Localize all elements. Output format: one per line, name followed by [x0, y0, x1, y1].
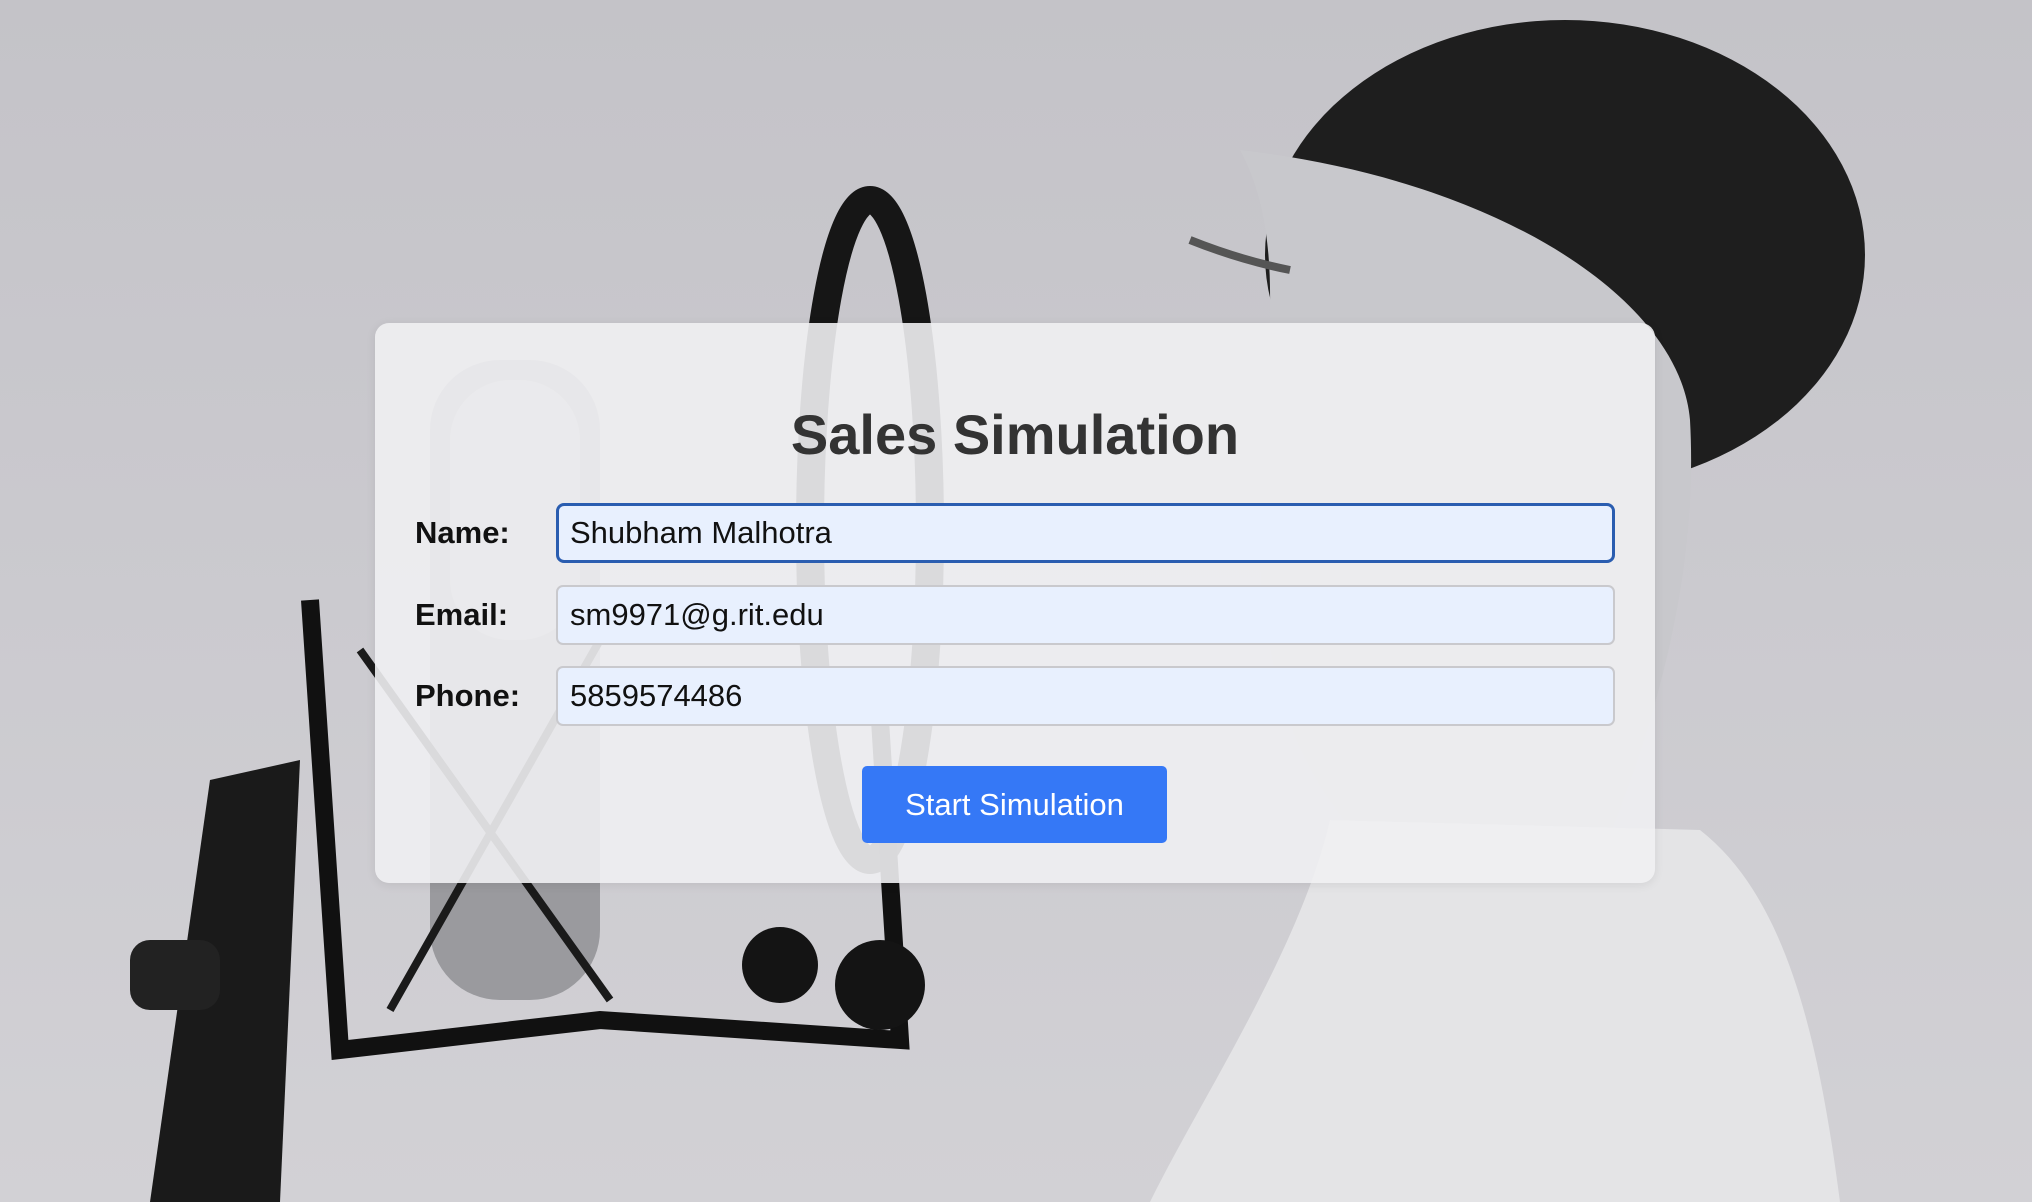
- start-simulation-button[interactable]: Start Simulation: [862, 766, 1167, 843]
- page-title: Sales Simulation: [790, 403, 1240, 466]
- email-label: Email:: [415, 597, 509, 632]
- name-row: Name:: [415, 503, 1615, 563]
- phone-input[interactable]: [556, 666, 1615, 726]
- email-input[interactable]: [556, 585, 1615, 645]
- email-row: Email:: [415, 585, 1615, 645]
- name-label: Name:: [415, 515, 510, 550]
- name-input[interactable]: [556, 503, 1615, 563]
- signup-card: Sales Simulation Name: Email: Phone: Sta…: [375, 323, 1655, 883]
- phone-row: Phone:: [415, 666, 1615, 726]
- phone-label: Phone:: [415, 678, 521, 713]
